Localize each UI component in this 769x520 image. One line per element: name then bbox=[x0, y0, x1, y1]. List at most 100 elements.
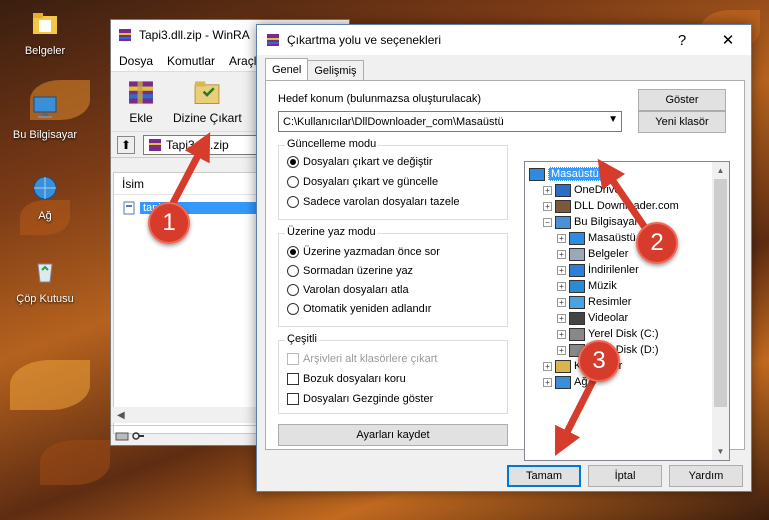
tab-advanced[interactable]: Gelişmiş bbox=[307, 60, 364, 80]
general-tab-panel: Hedef konum (bulunmazsa oluşturulacak) C… bbox=[265, 80, 745, 461]
tree-node[interactable]: − Bu Bilgisayar bbox=[543, 214, 638, 230]
computer-icon bbox=[33, 96, 57, 118]
step-marker-1: 1 bbox=[148, 202, 190, 244]
misc-title: Çeşitli bbox=[285, 333, 319, 345]
extract-folder-icon bbox=[194, 81, 220, 105]
option-label: Otomatik yeniden adlandır bbox=[303, 303, 432, 315]
expand-icon[interactable]: + bbox=[557, 345, 566, 355]
expand-icon[interactable]: + bbox=[557, 281, 566, 291]
expand-icon[interactable]: + bbox=[557, 313, 566, 323]
network-icon bbox=[555, 375, 571, 389]
add-button-label: Ekle bbox=[129, 111, 153, 125]
tree-node[interactable]: + DLL Downloader.com bbox=[543, 198, 679, 214]
scroll-down-icon[interactable]: ▼ bbox=[712, 443, 729, 460]
pictures-icon bbox=[569, 295, 585, 309]
overwrite-mode-option[interactable]: Üzerine yazmadan önce sor bbox=[287, 246, 440, 258]
desktop-icon-label: Bu Bilgisayar bbox=[12, 129, 78, 141]
folder-tree[interactable]: Masaüstü + OneDrive + DLL Downloader.com − Bu … bbox=[524, 161, 730, 461]
radio[interactable] bbox=[287, 284, 299, 296]
tree-node[interactable]: + Müzik bbox=[557, 278, 617, 294]
desktop-icon bbox=[529, 167, 545, 181]
misc-option-keep-broken[interactable]: Bozuk dosyaları koru bbox=[287, 373, 406, 385]
dialog-titlebar[interactable]: Çıkartma yolu ve seçenekleri ? ✕ bbox=[257, 25, 751, 55]
tree-node[interactable]: + İndirilenler bbox=[557, 262, 639, 278]
expand-icon[interactable]: + bbox=[557, 297, 566, 307]
destination-path-value: C:\Kullanıcılar\DllDownloader_com\Masaüs… bbox=[283, 115, 504, 128]
tree-node[interactable]: + Resimler bbox=[557, 294, 631, 310]
expand-icon[interactable]: + bbox=[557, 265, 566, 275]
dialog-title: Çıkartma yolu ve seçenekleri bbox=[287, 33, 442, 47]
tree-node[interactable]: + Belgeler bbox=[557, 246, 628, 262]
tree-node[interactable]: + Yerel Disk (C:) bbox=[557, 326, 659, 342]
update-mode-title: Güncelleme modu bbox=[285, 138, 379, 150]
ok-button[interactable]: Tamam bbox=[507, 465, 581, 487]
tab-general[interactable]: Genel bbox=[265, 58, 309, 80]
extract-to-button[interactable]: Dizine Çıkart bbox=[173, 78, 242, 125]
chevron-down-icon[interactable]: ▼ bbox=[608, 114, 618, 125]
desktop-icon-documents[interactable]: Belgeler bbox=[6, 8, 84, 57]
close-icon[interactable]: ✕ bbox=[705, 25, 751, 55]
radio[interactable] bbox=[287, 176, 299, 188]
checkbox bbox=[287, 353, 299, 365]
radio[interactable] bbox=[287, 303, 299, 315]
tree-node[interactable]: + Ağ bbox=[543, 374, 587, 390]
scroll-thumb[interactable] bbox=[714, 179, 727, 407]
save-settings-button[interactable]: Ayarları kaydet bbox=[278, 424, 508, 446]
overwrite-mode-option[interactable]: Sormadan üzerine yaz bbox=[287, 265, 413, 277]
overwrite-mode-title: Üzerine yaz modu bbox=[285, 226, 378, 238]
option-label: Sormadan üzerine yaz bbox=[303, 265, 414, 277]
expand-icon[interactable]: + bbox=[543, 361, 552, 371]
add-button[interactable]: Ekle bbox=[121, 78, 161, 125]
expand-icon[interactable]: + bbox=[557, 329, 566, 339]
step-marker-2: 2 bbox=[636, 222, 678, 264]
expand-icon[interactable]: + bbox=[543, 377, 552, 387]
file-list-hscroll[interactable]: ◀ bbox=[113, 407, 263, 423]
music-icon bbox=[569, 279, 585, 293]
help-button[interactable]: ? bbox=[659, 25, 705, 55]
option-label: Varolan dosyaları atla bbox=[303, 284, 409, 296]
tree-node[interactable]: + OneDrive bbox=[543, 182, 620, 198]
destination-path-combo[interactable]: C:\Kullanıcılar\DllDownloader_com\Masaüs… bbox=[278, 111, 622, 132]
expand-icon[interactable]: + bbox=[543, 201, 552, 211]
tree-node[interactable]: + Masaüstü bbox=[557, 230, 636, 246]
update-mode-option[interactable]: Dosyaları çıkart ve güncelle bbox=[287, 176, 438, 188]
tree-node-label: Masaüstü bbox=[548, 167, 602, 181]
download-icon bbox=[569, 263, 585, 277]
tree-node[interactable]: + Videolar bbox=[557, 310, 628, 326]
update-mode-option[interactable]: Sadece varolan dosyaları tazele bbox=[287, 196, 460, 208]
up-folder-button[interactable]: ⬆ bbox=[117, 135, 135, 154]
menu-file[interactable]: Dosya bbox=[119, 54, 153, 68]
update-mode-option[interactable]: Dosyaları çıkart ve değiştir bbox=[287, 156, 433, 168]
expand-icon[interactable]: + bbox=[557, 249, 566, 259]
documents-icon bbox=[569, 247, 585, 261]
misc-group: Çeşitli Arşivleri alt klasörlere çıkart … bbox=[278, 333, 508, 414]
help-dialog-button[interactable]: Yardım bbox=[669, 465, 743, 487]
tree-node-label: Masaüstü bbox=[588, 232, 636, 244]
column-header-name[interactable]: İsim bbox=[114, 173, 262, 195]
desktop-icon-recycle-bin[interactable]: Çöp Kutusu bbox=[6, 256, 84, 305]
collapse-icon[interactable]: − bbox=[543, 217, 552, 227]
expand-icon[interactable]: + bbox=[543, 185, 552, 195]
radio-selected[interactable] bbox=[287, 156, 299, 168]
tree-node-label: OneDrive bbox=[574, 184, 621, 196]
tree-scrollbar[interactable]: ▲ ▼ bbox=[712, 162, 729, 460]
checkbox[interactable] bbox=[287, 393, 299, 405]
new-folder-button[interactable]: Yeni klasör bbox=[638, 111, 726, 133]
radio[interactable] bbox=[287, 265, 299, 277]
overwrite-mode-option[interactable]: Otomatik yeniden adlandır bbox=[287, 303, 431, 315]
scroll-up-icon[interactable]: ▲ bbox=[712, 162, 729, 179]
desktop-icon-label: Belgeler bbox=[24, 45, 66, 57]
desktop-icon-this-pc[interactable]: Bu Bilgisayar bbox=[6, 92, 84, 141]
checkbox[interactable] bbox=[287, 373, 299, 385]
misc-option-show-in-explorer[interactable]: Dosyaları Gezginde göster bbox=[287, 393, 433, 405]
show-button[interactable]: Göster bbox=[638, 89, 726, 111]
tree-node[interactable]: Masaüstü bbox=[529, 166, 602, 182]
radio[interactable] bbox=[287, 196, 299, 208]
menu-commands[interactable]: Komutlar bbox=[167, 54, 215, 68]
radio-selected[interactable] bbox=[287, 246, 299, 258]
overwrite-mode-option[interactable]: Varolan dosyaları atla bbox=[287, 284, 409, 296]
drive-icon bbox=[569, 327, 585, 341]
expand-icon[interactable]: + bbox=[557, 233, 566, 243]
desktop-icon-network[interactable]: Ağ bbox=[6, 173, 84, 222]
cancel-button[interactable]: İptal bbox=[588, 465, 662, 487]
